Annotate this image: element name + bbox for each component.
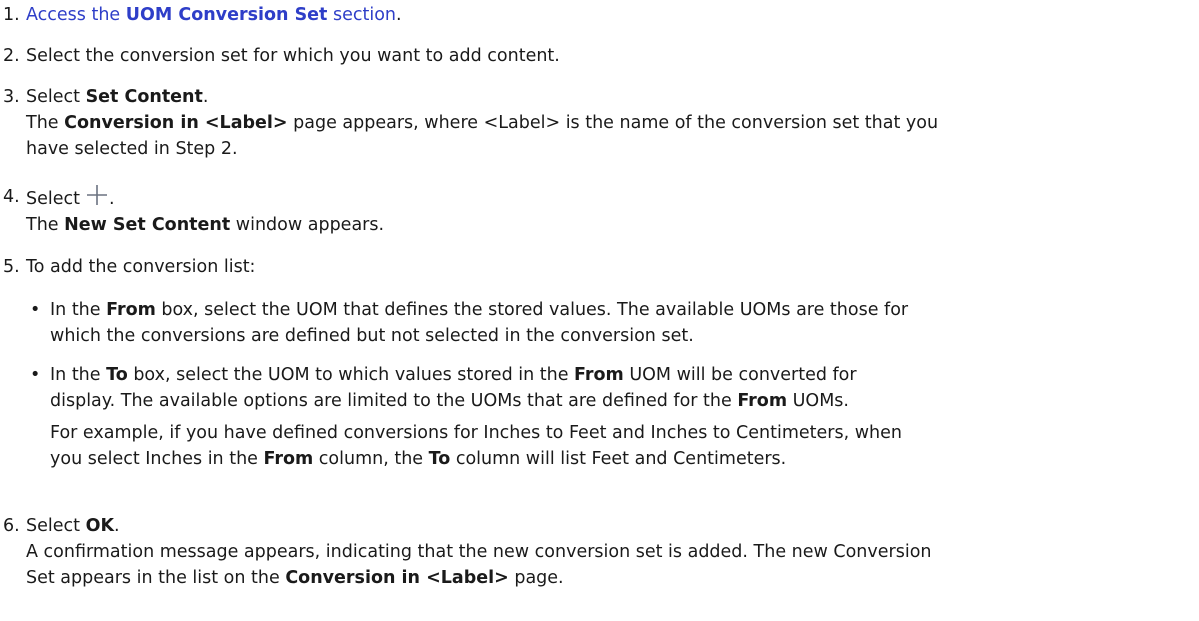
step-body: Select Set Content. The Conversion in <L… <box>26 84 1179 162</box>
result-post: window appears. <box>230 215 385 235</box>
example-line-2-post: column will list Feet and Centimeters. <box>450 449 787 469</box>
step-tail: . <box>396 5 402 25</box>
result-line-2-post: page. <box>508 568 564 588</box>
step-result: The Conversion in <Label> page appears, … <box>26 110 1179 136</box>
example-line-2-bold-2: To <box>428 449 451 469</box>
example-line-2-bold: From <box>263 449 314 469</box>
bullet-line-2-pre: display. The available options are limit… <box>50 391 738 411</box>
step-instruction: Select. <box>26 184 1179 212</box>
instruction-pre: Select <box>26 516 86 536</box>
bullet-mid: box, select the UOM to which values stor… <box>127 365 575 385</box>
step-number: 1. <box>3 5 20 25</box>
result-pre: The <box>26 215 65 235</box>
step-number: 6. <box>3 516 20 536</box>
step-number: 2. <box>3 46 20 66</box>
bullet-bold: From <box>106 300 156 320</box>
example-line-2-mid: column, the <box>313 449 429 469</box>
result-line-2-pre: Set appears in the list on the <box>26 568 286 588</box>
instruction-pre: Select <box>26 189 80 209</box>
procedure-page: 1. Access the UOM Conversion Set section… <box>0 0 1199 621</box>
step-instruction: Select OK. <box>26 513 1179 539</box>
example-line-2-pre: you select Inches in the <box>50 449 264 469</box>
plus-icon <box>86 184 108 206</box>
step-number: 3. <box>3 87 20 107</box>
result-post: page appears, where <Label> is the name … <box>287 113 939 133</box>
step-body: Access the UOM Conversion Set section. <box>26 2 1179 28</box>
step-result-line-2: have selected in Step 2. <box>26 139 238 159</box>
bullet-text: In the From box, select the UOM that def… <box>50 297 1179 349</box>
instruction-bold: Set Content <box>85 87 203 107</box>
bullet-line-2-post: UOMs. <box>787 391 849 411</box>
bullet-post: UOM will be converted for <box>623 365 857 385</box>
step-body: Select. The New Set Content window appea… <box>26 184 1179 238</box>
example-line-1: For example, if you have defined convers… <box>50 423 902 443</box>
step-text: To add the conversion list: <box>26 257 256 277</box>
bullet-marker: • <box>30 300 41 320</box>
result-bold: Conversion in <Label> <box>64 113 288 133</box>
step-number: 5. <box>3 257 20 277</box>
instruction-bold: OK <box>85 516 114 536</box>
bullet-text: In the To box, select the UOM to which v… <box>50 362 1179 472</box>
bullet-pre: In the <box>50 300 107 320</box>
step-instruction: Select Set Content. <box>26 84 1179 110</box>
bullet-bold: To <box>106 365 128 385</box>
link-text-pre[interactable]: Access the <box>26 5 126 25</box>
result-line-1: A confirmation message appears, indicati… <box>26 542 932 562</box>
step-result: The New Set Content window appears. <box>26 212 1179 238</box>
instruction-post: . <box>109 189 115 209</box>
bullet-line-2-bold: From <box>737 391 788 411</box>
link-text-post[interactable]: section <box>327 5 396 25</box>
instruction-post: . <box>114 516 120 536</box>
step-number: 4. <box>3 187 20 207</box>
link-text-bold[interactable]: UOM Conversion Set <box>126 5 328 25</box>
uom-conversion-set-link[interactable]: Access the UOM Conversion Set section <box>26 5 396 25</box>
bullet-line-2: which the conversions are defined but no… <box>50 326 694 346</box>
bullet-pre: In the <box>50 365 107 385</box>
bullet-bold-2: From <box>574 365 624 385</box>
result-pre: The <box>26 113 65 133</box>
instruction-pre: Select <box>26 87 86 107</box>
bullet-marker: • <box>30 365 41 385</box>
result-line-2-bold: Conversion in <Label> <box>285 568 509 588</box>
bullet-post: box, select the UOM that defines the sto… <box>155 300 909 320</box>
step-body: Select OK. A confirmation message appear… <box>26 513 1179 591</box>
step-text: Select the conversion set for which you … <box>26 46 560 66</box>
result-bold: New Set Content <box>64 215 231 235</box>
instruction-post: . <box>202 87 209 107</box>
